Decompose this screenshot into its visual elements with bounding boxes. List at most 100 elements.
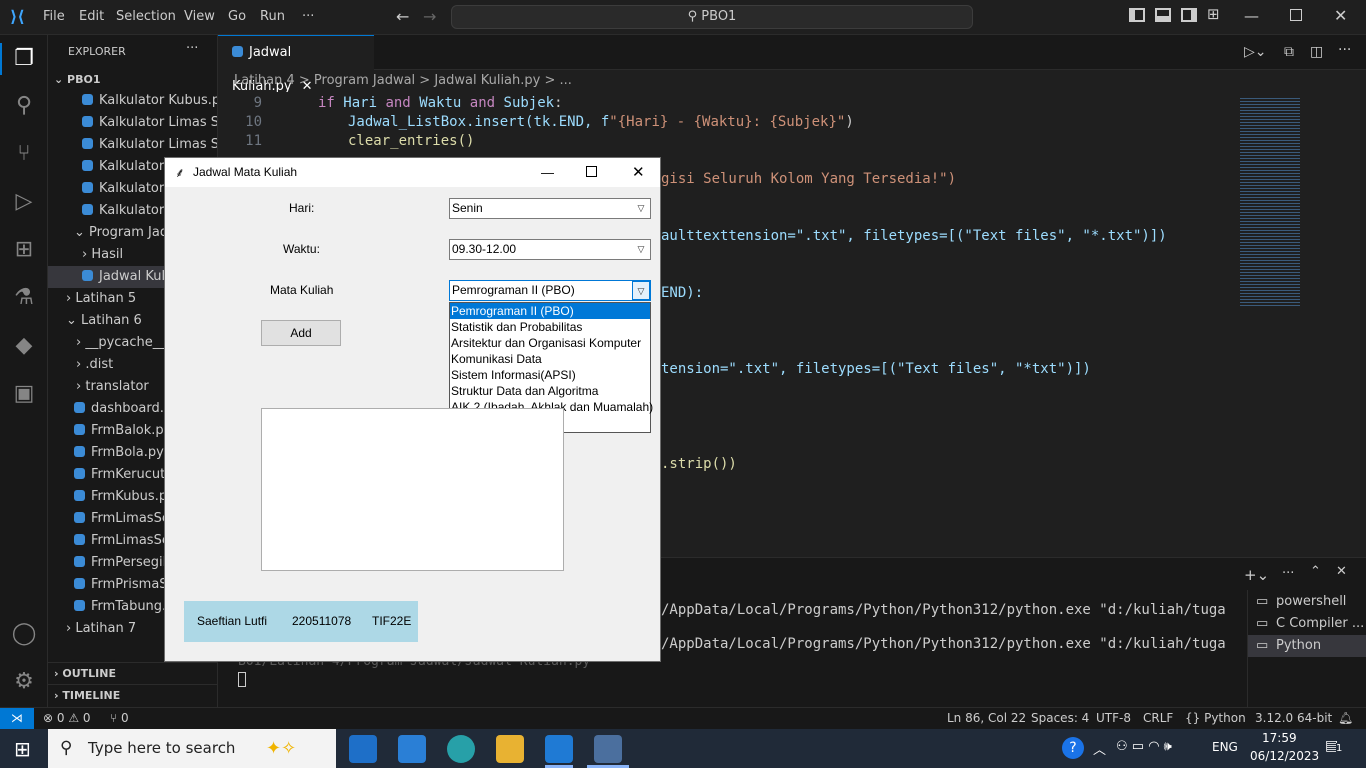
ports-status[interactable]: ⑂ 0 (110, 708, 129, 729)
maximize-icon[interactable] (586, 166, 597, 177)
forward-arrow-icon[interactable]: → (423, 7, 436, 26)
file-item[interactable]: Kalkulator Limas S... (82, 112, 217, 134)
toggle-panel-icon[interactable] (1155, 8, 1171, 22)
dropdown-option[interactable]: Struktur Data dan Algoritma (450, 383, 650, 399)
jadwal-listbox[interactable] (261, 408, 564, 571)
more-actions-icon[interactable]: ··· (186, 41, 198, 56)
timeline-section[interactable]: › TIMELINE (48, 684, 217, 706)
folder-item[interactable]: ⌄ Latihan 6 (66, 310, 142, 332)
back-arrow-icon[interactable]: ← (396, 7, 409, 26)
more-actions-icon[interactable]: ··· (1338, 42, 1351, 58)
new-terminal-icon[interactable]: +⌄ (1244, 566, 1269, 584)
folder-item[interactable]: › translator (76, 376, 149, 398)
folder-item[interactable]: › Latihan 7 (66, 618, 136, 640)
encoding-status[interactable]: UTF-8 (1096, 708, 1131, 729)
file-item[interactable]: FrmKubus.py (74, 486, 175, 508)
menu-go[interactable]: Go (228, 9, 246, 24)
folder-item[interactable]: › __pycache__ (76, 332, 166, 354)
minimize-icon[interactable]: — (541, 158, 554, 187)
dropdown-option[interactable]: Arsitektur dan Organisasi Komputer (450, 335, 650, 351)
dropdown-option[interactable]: Komunikasi Data (450, 351, 650, 367)
folder-item[interactable]: › .dist (76, 354, 113, 376)
minimize-icon[interactable]: — (1244, 7, 1259, 25)
file-item[interactable]: Kalkulator Limas S... (82, 134, 217, 156)
notifications-bell-icon[interactable]: 🔔︎ (1338, 708, 1353, 729)
toggle-secondary-sidebar-icon[interactable] (1181, 8, 1197, 22)
restore-icon[interactable] (1290, 9, 1302, 21)
outline-section[interactable]: › OUTLINE (48, 662, 217, 684)
clock-date[interactable]: 06/12/2023 (1250, 749, 1319, 763)
folder-item[interactable]: › Latihan 5 (66, 288, 136, 310)
maximize-panel-icon[interactable]: ⌃ (1310, 564, 1321, 579)
testing-icon[interactable]: ⚗ (8, 282, 40, 314)
chevron-up-icon[interactable]: ︿ (1093, 739, 1106, 758)
explorer-icon[interactable]: ❐ (8, 43, 40, 75)
menu-file[interactable]: File (43, 9, 65, 24)
help-icon[interactable]: ? (1062, 737, 1084, 759)
mata-kuliah-combobox[interactable]: Pemrograman II (PBO) ▽ (449, 280, 651, 301)
open-preview-icon[interactable]: ⧉ (1284, 44, 1294, 60)
problems-status[interactable]: ⊗ 0 ⚠ 0 (43, 708, 91, 729)
file-item[interactable]: FrmBola.py (74, 442, 164, 464)
account-icon[interactable]: ◯ (8, 618, 40, 650)
chevron-down-icon[interactable]: ▽ (632, 281, 650, 300)
terminal-session-python[interactable]: ▭ Python (1248, 635, 1366, 657)
clock-time[interactable]: 17:59 (1262, 731, 1297, 745)
menu-view[interactable]: View (184, 9, 215, 24)
chevron-down-icon[interactable]: ▽ (632, 240, 650, 259)
split-editor-icon[interactable]: ◫ (1310, 44, 1323, 60)
terminal-session-powershell[interactable]: ▭ powershell (1248, 591, 1366, 613)
source-control-icon[interactable]: ⑂ (8, 138, 40, 170)
close-panel-icon[interactable]: ✕ (1336, 564, 1347, 579)
menu-selection[interactable]: Selection (116, 9, 176, 24)
folder-item[interactable]: › Hasil (82, 244, 123, 266)
file-item[interactable]: FrmLimasSeg (74, 508, 178, 530)
file-item[interactable]: FrmPrismaSe (74, 574, 176, 596)
menu-run[interactable]: Run (260, 9, 285, 24)
minimap[interactable] (1232, 92, 1356, 557)
file-item[interactable]: Kalkulator F (82, 178, 176, 200)
folder-item[interactable]: ⌄ Program Jadv (74, 222, 176, 244)
run-icon[interactable]: ▷⌄ (1244, 44, 1267, 60)
hari-combobox[interactable]: Senin ▽ (449, 198, 651, 219)
file-item[interactable]: Kalkulator Kubus.py (82, 90, 217, 112)
dropdown-option[interactable]: Sistem Informasi(APSI) (450, 367, 650, 383)
vscode-taskbar-icon[interactable] (545, 735, 573, 763)
close-window-icon[interactable]: ✕ (1334, 6, 1347, 25)
remote-indicator-icon[interactable]: ⋊ (0, 708, 34, 730)
input-language[interactable]: ENG (1212, 740, 1238, 754)
customize-layout-icon[interactable]: ⊞ (1207, 5, 1220, 23)
waktu-combobox[interactable]: 09.30-12.00 ▽ (449, 239, 651, 260)
python-taskbar-icon[interactable] (594, 735, 622, 763)
dropdown-option[interactable]: Pemrograman II (PBO) (450, 303, 650, 319)
cursor-position[interactable]: Ln 86, Col 22 (947, 708, 1026, 729)
tab-jadwal-kuliah[interactable]: Jadwal Kuliah.py ✕ (218, 35, 374, 94)
eol-status[interactable]: CRLF (1143, 708, 1173, 729)
settings-gear-icon[interactable]: ⚙ (8, 666, 40, 698)
breadcrumb[interactable]: Latihan 4 > Program Jadwal > Jadwal Kuli… (218, 70, 1228, 92)
terminal-session-compiler[interactable]: ▭ C Compiler ... (1248, 613, 1366, 635)
close-icon[interactable]: ✕ (632, 158, 645, 187)
edge-icon[interactable] (447, 735, 475, 763)
root-folder[interactable]: ⌄ PBO1 (54, 69, 101, 91)
toggle-sidebar-icon[interactable] (1129, 8, 1145, 22)
indentation-status[interactable]: Spaces: 4 (1031, 708, 1089, 729)
add-button[interactable]: Add (261, 320, 341, 346)
search-icon[interactable]: ⚲ (8, 90, 40, 122)
run-debug-icon[interactable]: ▷ (8, 186, 40, 218)
interpreter-status[interactable]: 3.12.0 64-bit (1255, 708, 1332, 729)
windows-start-icon[interactable]: ⊞ (14, 737, 31, 761)
file-item[interactable]: FrmBalok.py (74, 420, 171, 442)
file-explorer-icon[interactable] (496, 735, 524, 763)
command-center[interactable]: ⚲ PBO1 (451, 5, 973, 29)
python-icon[interactable]: ◆ (8, 330, 40, 362)
dropdown-option[interactable]: Statistik dan Probabilitas (450, 319, 650, 335)
store-icon[interactable] (349, 735, 377, 763)
mail-icon[interactable] (398, 735, 426, 763)
remote-explorer-icon[interactable]: ▣ (8, 378, 40, 410)
taskbar-search[interactable]: ⚲ Type here to search ✦✧ (48, 729, 336, 768)
menu-more[interactable]: ··· (302, 9, 314, 24)
file-item[interactable]: Kalkulator S (82, 200, 177, 222)
tray-icons[interactable]: ⚇ ▭ ◠ 🕪︎ (1116, 739, 1172, 754)
more-actions-icon[interactable]: ··· (1282, 566, 1294, 581)
